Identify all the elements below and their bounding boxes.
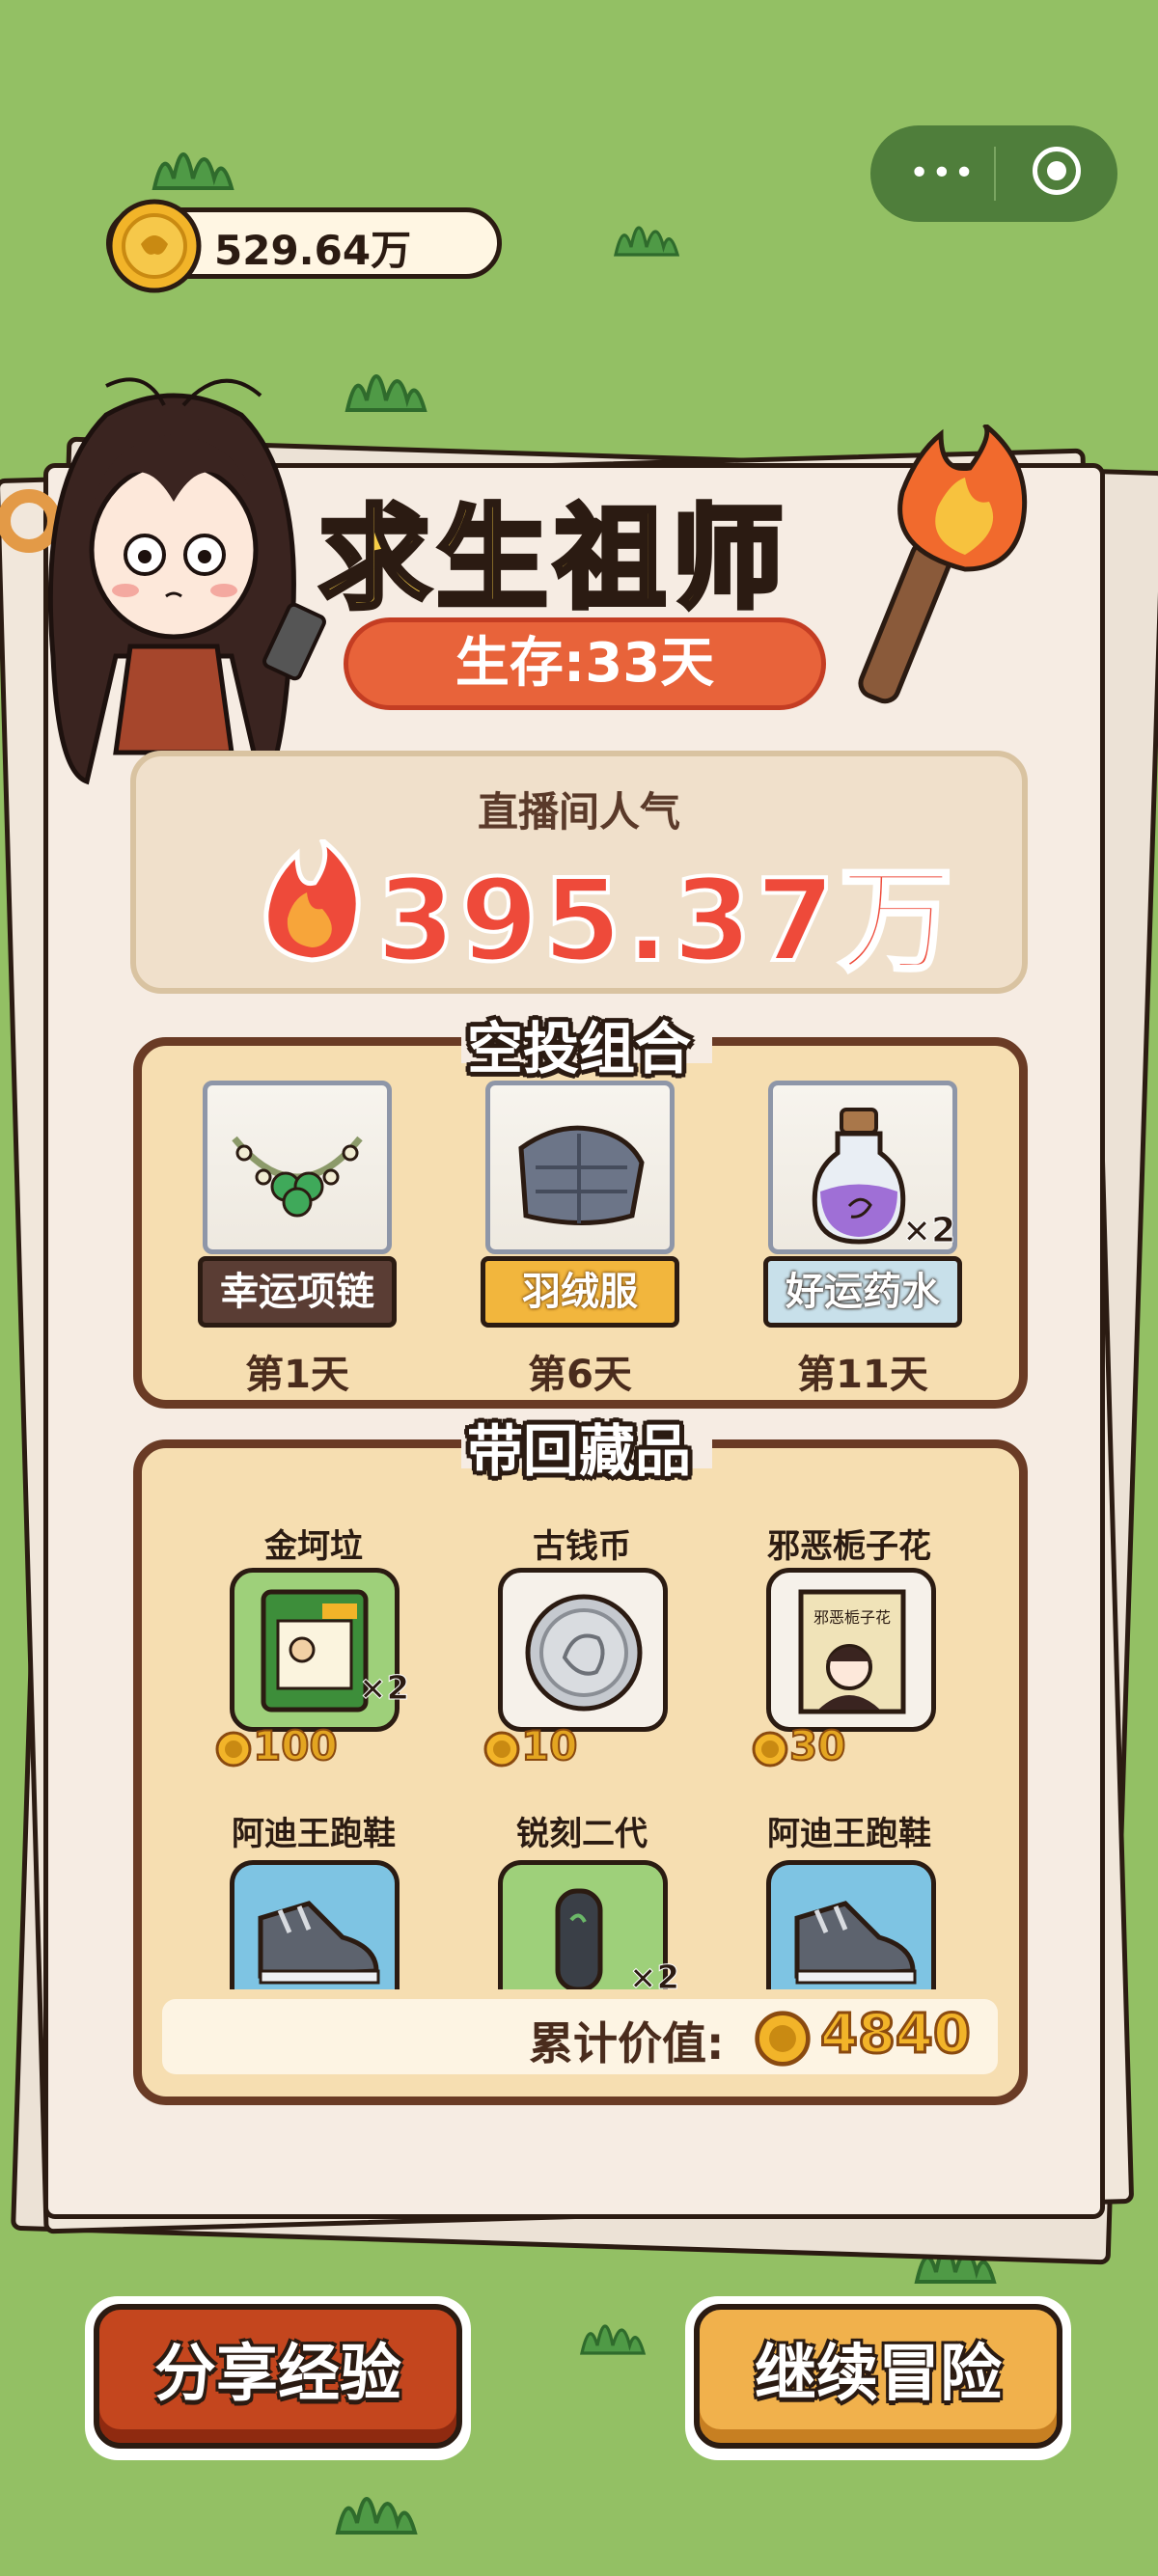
- airdrop-item-day: 第6天: [528, 1353, 632, 1397]
- capsule-divider: [994, 147, 996, 201]
- collection-item-price: 10: [520, 1721, 578, 1770]
- grass-tuft-icon: [345, 374, 427, 412]
- airdrop-item-day: 第1天: [245, 1353, 349, 1397]
- lucky-necklace-icon: [232, 1136, 363, 1218]
- gold-coin-icon: [107, 199, 202, 293]
- collection-item-name: 锐刻二代: [516, 1815, 648, 1853]
- grass-tuft-icon: [335, 2497, 418, 2535]
- svg-text:邪恶栀子花: 邪恶栀子花: [813, 1608, 891, 1627]
- airdrop-title: 空投组合: [466, 1016, 691, 1082]
- collection-item-price: 30: [788, 1721, 846, 1770]
- collection-item-count: ×2: [628, 1959, 680, 1998]
- collection-item-name: 古钱币: [533, 1527, 631, 1566]
- mini-program-capsule[interactable]: •••: [870, 125, 1117, 222]
- popularity-value: 395.37万: [374, 852, 957, 989]
- gold-coin-icon: [755, 2011, 811, 2067]
- airdrop-item-name: 好运药水: [763, 1256, 962, 1328]
- collection-item-name: 邪恶栀子花: [767, 1527, 931, 1566]
- airdrop-item-day: 第11天: [797, 1353, 928, 1397]
- collection-item-name: 阿迪王跑鞋: [767, 1815, 931, 1853]
- total-value-amount: 4840: [819, 2002, 973, 2068]
- card-title: 求生祖师: [317, 492, 789, 627]
- total-value-label: 累计价值:: [529, 2017, 725, 2069]
- airdrop-item-name: 幸运项链: [198, 1256, 397, 1328]
- vape-pen-icon: [555, 1888, 603, 1989]
- sneaker-icon: [794, 1901, 917, 1985]
- grass-tuft-icon: [580, 2324, 647, 2355]
- continue-adventure-button[interactable]: 继续冒险: [694, 2304, 1062, 2449]
- luck-potion-icon: [812, 1108, 906, 1245]
- collection-item-name: 阿迪王跑鞋: [232, 1815, 396, 1853]
- share-experience-button[interactable]: 分享经验: [94, 2304, 462, 2449]
- more-dots-icon[interactable]: •••: [909, 156, 977, 191]
- collection-item-name: 金坷垃: [264, 1527, 363, 1566]
- gold-coin-icon: [483, 1731, 520, 1768]
- airdrop-item-name: 羽绒服: [481, 1256, 679, 1328]
- gold-coin-icon: [215, 1731, 252, 1768]
- down-jacket-icon: [518, 1125, 645, 1225]
- airdrop-item-count: ×2: [901, 1211, 956, 1251]
- grass-tuft-icon: [614, 226, 680, 257]
- torch-icon: [858, 425, 1028, 704]
- collection-item-price: 100: [252, 1721, 339, 1770]
- flame-icon: [263, 839, 361, 963]
- ancient-coin-icon: [525, 1594, 643, 1712]
- survival-days-badge: 生存:33天: [344, 617, 826, 710]
- collection-title: 带回藏品: [466, 1418, 691, 1484]
- evil-gardenia-book-icon: 邪恶栀子花: [798, 1589, 906, 1714]
- grass-tuft-icon: [152, 152, 234, 190]
- gold-coin-icon: [752, 1731, 788, 1768]
- collection-item-count: ×2: [358, 1669, 410, 1709]
- coin-balance-value: 529.64万: [214, 227, 412, 274]
- sneaker-icon: [258, 1901, 380, 1985]
- close-target-icon[interactable]: [1033, 147, 1081, 195]
